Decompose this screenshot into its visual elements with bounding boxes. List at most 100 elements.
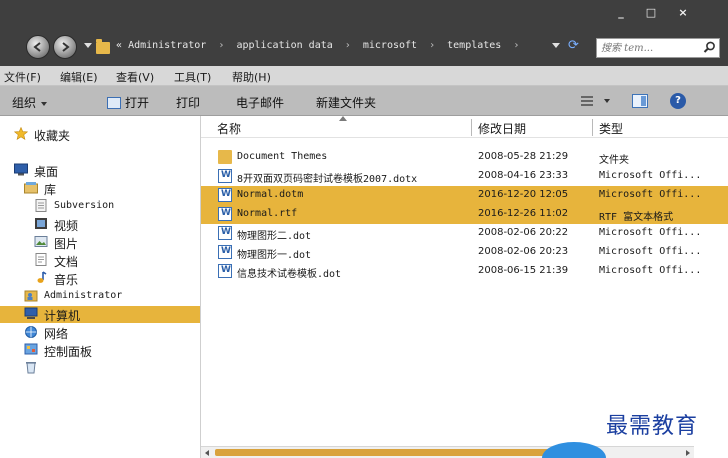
maximize-button[interactable]: □ [640, 4, 662, 22]
preview-pane-icon[interactable] [632, 94, 648, 108]
organize-button[interactable]: 组织 [12, 94, 48, 111]
open-label: 打开 [125, 96, 150, 110]
close-button[interactable]: × [672, 4, 694, 22]
file-type: Microsoft Offi... [599, 170, 702, 181]
sidebar-item-videos[interactable]: 视频 [0, 216, 200, 233]
email-button[interactable]: 电子邮件 [236, 94, 284, 111]
print-button[interactable]: 打印 [176, 94, 200, 111]
file-row[interactable]: Normal.dotm 2016-12-20 12:05 Microsoft Off… [201, 186, 728, 205]
column-divider[interactable] [471, 119, 472, 136]
breadcrumb[interactable]: « Administrator › application data › mic… [116, 40, 525, 51]
menu-view[interactable]: 查看(V) [116, 69, 154, 85]
sidebar-item-administrator[interactable]: Administrator [0, 288, 200, 305]
new-folder-button[interactable]: 新建文件夹 [316, 94, 376, 111]
file-date: 2008-06-15 21:39 [478, 265, 569, 276]
column-header-name[interactable]: 名称 [217, 120, 241, 137]
sidebar-item-computer[interactable]: 计算机 [0, 306, 200, 323]
email-label: 电子邮件 [236, 96, 285, 110]
new-folder-label: 新建文件夹 [316, 96, 377, 110]
view-options-icon[interactable] [581, 96, 593, 106]
file-type: Microsoft Offi... [599, 189, 702, 200]
scroll-right-icon[interactable] [686, 450, 690, 456]
file-row[interactable]: Document Themes 2008-05-28 21:29 文件夹 [201, 148, 728, 167]
search-icon[interactable] [703, 41, 716, 54]
sidebar-item-documents[interactable]: 文档 [0, 252, 200, 269]
file-row[interactable]: 8开双面双页码密封试卷模板2007.dotx 2008-04-16 23:33 Mi… [201, 167, 728, 186]
search-input[interactable] [601, 41, 697, 55]
breadcrumb-microsoft[interactable]: microsoft [363, 40, 417, 51]
desktop-icon [14, 163, 28, 176]
file-name: Normal.rtf [237, 208, 298, 219]
open-icon [107, 97, 121, 109]
recycle-bin-icon [26, 362, 36, 374]
sidebar-label: 计算机 [44, 309, 81, 323]
breadcrumb-overflow[interactable]: « [116, 40, 122, 51]
menu-help[interactable]: 帮助(H) [232, 69, 271, 85]
file-row[interactable]: 物理图形二.dot 2008-02-06 20:22 Microsoft Offi.… [201, 224, 728, 243]
sidebar-label: 收藏夹 [34, 129, 71, 143]
column-divider[interactable] [592, 119, 593, 136]
file-name: 物理图形一.dot [237, 250, 312, 261]
breadcrumb-templates[interactable]: templates [447, 40, 501, 51]
scrollbar-thumb[interactable] [215, 449, 591, 456]
sidebar-item-music[interactable]: 音乐 [0, 270, 200, 287]
column-header-date[interactable]: 修改日期 [478, 120, 526, 137]
sidebar-item-pictures[interactable]: 图片 [0, 234, 200, 251]
menu-file[interactable]: 文件(F) [4, 69, 41, 85]
breadcrumb-separator[interactable]: › [513, 40, 519, 51]
sidebar-label: 库 [44, 183, 57, 197]
forward-button[interactable] [53, 35, 77, 59]
recent-pages-dropdown[interactable] [84, 43, 92, 48]
word-template-icon [218, 169, 232, 183]
open-button[interactable]: 打开 [107, 94, 149, 111]
breadcrumb-administrator[interactable]: Administrator [128, 40, 206, 51]
search-box[interactable] [596, 38, 720, 58]
back-arrow-icon [33, 42, 41, 52]
help-icon[interactable]: ? [670, 93, 686, 109]
file-date: 2008-02-06 20:23 [478, 246, 569, 257]
computer-icon [24, 307, 38, 319]
file-row[interactable]: 信息技术试卷模板.dot 2008-06-15 21:39 Microsoft Of… [201, 262, 728, 281]
sidebar-label: 网络 [44, 327, 69, 341]
sidebar-item-recycle-bin[interactable] [0, 360, 200, 377]
file-type: Microsoft Offi... [599, 246, 702, 257]
refresh-icon[interactable]: ⟳ [568, 38, 579, 53]
sidebar-item-network[interactable]: 网络 [0, 324, 200, 341]
view-dropdown-icon[interactable] [604, 99, 610, 103]
breadcrumb-separator[interactable]: › [345, 40, 351, 51]
file-type: RTF 富文本格式 [599, 212, 674, 223]
breadcrumb-separator[interactable]: › [218, 40, 224, 51]
sidebar-item-control-panel[interactable]: 控制面板 [0, 342, 200, 359]
file-row[interactable]: Normal.rtf 2016-12-26 11:02 RTF 富文本格式 [201, 205, 728, 224]
document-icon [35, 253, 47, 266]
breadcrumb-separator[interactable]: › [429, 40, 435, 51]
address-bar-row: « Administrator › application data › mic… [0, 30, 728, 66]
sidebar-label: 图片 [54, 237, 79, 251]
title-bar: _ □ × [0, 0, 728, 30]
sort-ascending-icon [339, 116, 347, 121]
file-row[interactable]: 物理图形一.dot 2008-02-06 20:23 Microsoft Offi.… [201, 243, 728, 262]
menu-tools[interactable]: 工具(T) [174, 69, 211, 85]
address-history-dropdown[interactable] [552, 43, 560, 48]
sidebar-item-libraries[interactable]: 库 [0, 180, 200, 197]
sidebar-label: 文档 [54, 255, 79, 269]
file-name: Document Themes [237, 151, 328, 162]
breadcrumb-application-data[interactable]: application data [236, 40, 332, 51]
file-type: 文件夹 [599, 155, 629, 166]
sidebar-item-desktop[interactable]: 桌面 [0, 162, 200, 179]
sidebar-item-subversion[interactable]: Subversion [0, 198, 200, 215]
control-panel-icon [24, 343, 38, 355]
sidebar-item-favorites[interactable]: 收藏夹 [0, 126, 200, 143]
scroll-left-icon[interactable] [205, 450, 209, 456]
sidebar-label: Subversion [54, 200, 115, 211]
column-header-type[interactable]: 类型 [599, 120, 623, 137]
menu-edit[interactable]: 编辑(E) [60, 69, 98, 85]
print-label: 打印 [176, 96, 201, 110]
video-icon [35, 218, 47, 229]
back-button[interactable] [26, 35, 50, 59]
word-template-icon [218, 264, 232, 278]
file-date: 2016-12-20 12:05 [478, 189, 569, 200]
horizontal-scrollbar[interactable] [201, 446, 694, 458]
file-type: Microsoft Offi... [599, 265, 702, 276]
minimize-button[interactable]: _ [610, 4, 632, 22]
